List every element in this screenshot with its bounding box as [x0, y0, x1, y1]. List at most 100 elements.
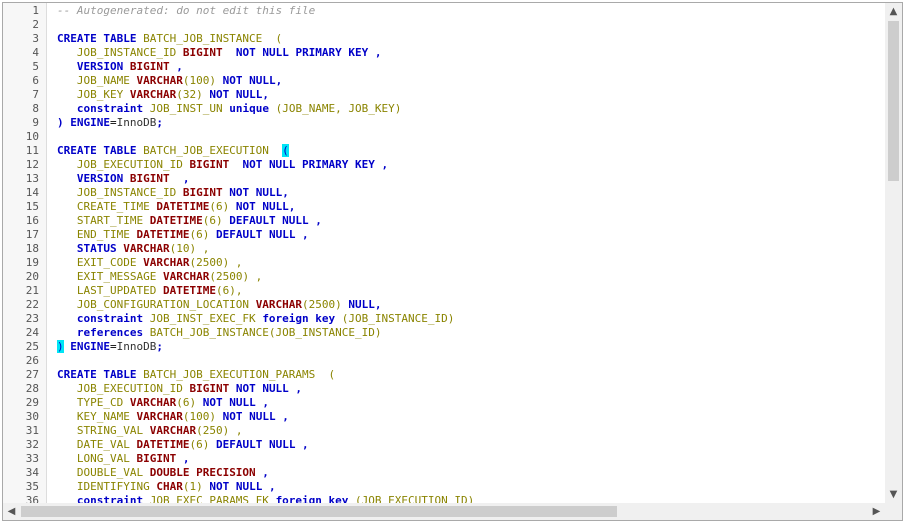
- code-line[interactable]: END_TIME DATETIME(6) DEFAULT NULL ,: [57, 228, 884, 242]
- code-line[interactable]: KEY_NAME VARCHAR(100) NOT NULL ,: [57, 410, 884, 424]
- code-line[interactable]: constraint JOB_INST_EXEC_FK foreign key …: [57, 312, 884, 326]
- code-token-keyword: CREATE TABLE: [57, 144, 144, 157]
- code-token-type: VARCHAR: [123, 242, 170, 255]
- code-token-ident: (2500): [302, 298, 349, 311]
- horizontal-scrollbar[interactable]: ◀ ▶: [3, 503, 885, 520]
- code-line[interactable]: -- Autogenerated: do not edit this file: [57, 4, 884, 18]
- line-number: 30: [25, 410, 39, 423]
- line-number: 2: [32, 18, 39, 31]
- code-token-type: BIGINT: [182, 46, 223, 59]
- code-token-keyword: CREATE TABLE: [57, 32, 144, 45]
- line-number: 4: [32, 46, 39, 59]
- code-line[interactable]: JOB_EXECUTION_ID BIGINT NOT NULL ,: [57, 382, 884, 396]
- code-token-ident: BATCH_JOB_INSTANCE (: [143, 32, 283, 45]
- code-line[interactable]: constraint JOB_INST_UN unique (JOB_NAME,…: [57, 102, 884, 116]
- code-token-keyword: VERSION: [57, 172, 130, 185]
- code-line[interactable]: DATE_VAL DATETIME(6) DEFAULT NULL ,: [57, 438, 884, 452]
- line-numbers: 1 2 3 4 5 6 7 8 9 10 11 12 13 14 15 16 17 18 19 20 21 22 23 24 2…: [3, 3, 46, 503]
- code-line[interactable]: JOB_EXECUTION_ID BIGINT NOT NULL PRIMARY…: [57, 158, 884, 172]
- code-token-ident: JOB_EXECUTION_ID: [57, 158, 190, 171]
- code-line[interactable]: VERSION BIGINT ,: [57, 172, 884, 186]
- code-line[interactable]: ) ENGINE=InnoDB;: [57, 340, 884, 354]
- code-token-ident: EXIT_MESSAGE: [57, 270, 163, 283]
- code-line[interactable]: references BATCH_JOB_INSTANCE(JOB_INSTAN…: [57, 326, 884, 340]
- code-line[interactable]: IDENTIFYING CHAR(1) NOT NULL ,: [57, 480, 884, 494]
- code-token-ident: (6): [202, 214, 230, 227]
- code-token-keyword: ,: [176, 452, 190, 465]
- code-token-type: VARCHAR: [149, 424, 197, 437]
- scroll-down-icon[interactable]: ▼: [885, 486, 902, 503]
- code-line[interactable]: EXIT_CODE VARCHAR(2500) ,: [57, 256, 884, 270]
- code-line[interactable]: EXIT_MESSAGE VARCHAR(2500) ,: [57, 270, 884, 284]
- line-number: 15: [25, 200, 39, 213]
- code-line[interactable]: JOB_NAME VARCHAR(100) NOT NULL,: [57, 74, 884, 88]
- code-token-ident: (32): [176, 88, 210, 101]
- code-token-type: DOUBLE PRECISION: [149, 466, 256, 479]
- code-line[interactable]: JOB_INSTANCE_ID BIGINT NOT NULL PRIMARY …: [57, 46, 884, 60]
- code-token-ident: IDENTIFYING: [57, 480, 157, 493]
- code-line[interactable]: DOUBLE_VAL DOUBLE PRECISION ,: [57, 466, 884, 480]
- code-line[interactable]: CREATE TABLE BATCH_JOB_EXECUTION_PARAMS …: [57, 368, 884, 382]
- code-token-bracket-match: ): [57, 340, 64, 353]
- code-line[interactable]: VERSION BIGINT ,: [57, 60, 884, 74]
- scroll-left-icon[interactable]: ◀: [3, 503, 20, 520]
- code-line[interactable]: [57, 130, 884, 144]
- code-line[interactable]: [57, 354, 884, 368]
- code-line[interactable]: STATUS VARCHAR(10) ,: [57, 242, 884, 256]
- code-token-keyword: ;: [156, 340, 163, 353]
- code-editor[interactable]: 1 2 3 4 5 6 7 8 9 10 11 12 13 14 15 16 17 18 19 20 21 22 23 24 2…: [2, 2, 903, 521]
- vertical-scrollbar[interactable]: ▲ ▼: [885, 3, 902, 503]
- code-token-keyword: unique: [229, 102, 269, 115]
- code-token-keyword: NOT NULL ,: [209, 480, 276, 493]
- line-number: 5: [32, 60, 39, 73]
- code-line[interactable]: constraint JOB_EXEC_PARAMS_FK foreign ke…: [57, 494, 884, 503]
- scroll-right-icon[interactable]: ▶: [868, 503, 885, 520]
- code-line[interactable]: JOB_KEY VARCHAR(32) NOT NULL,: [57, 88, 884, 102]
- code-token-ident: (2500) ,: [189, 256, 243, 269]
- code-token-keyword: DEFAULT NULL ,: [215, 438, 309, 451]
- code-token-type: DATETIME: [149, 214, 203, 227]
- code-token-type: BIGINT: [136, 452, 177, 465]
- line-number: 9: [32, 116, 39, 129]
- line-number: 36: [25, 494, 39, 503]
- code-token-type: CHAR: [156, 480, 183, 493]
- line-number: 21: [25, 284, 39, 297]
- code-line[interactable]: JOB_CONFIGURATION_LOCATION VARCHAR(2500)…: [57, 298, 884, 312]
- code-line[interactable]: JOB_INSTANCE_ID BIGINT NOT NULL,: [57, 186, 884, 200]
- code-line[interactable]: LAST_UPDATED DATETIME(6),: [57, 284, 884, 298]
- scroll-up-icon[interactable]: ▲: [885, 3, 902, 20]
- code-token-keyword: NOT NULL ,: [229, 382, 303, 395]
- code-token-keyword: ,: [169, 172, 190, 185]
- code-line[interactable]: START_TIME DATETIME(6) DEFAULT NULL ,: [57, 214, 884, 228]
- code-token-type: BIGINT: [129, 60, 170, 73]
- code-line[interactable]: ) ENGINE=InnoDB;: [57, 116, 884, 130]
- code-token-ident: START_TIME: [57, 214, 150, 227]
- vertical-scroll-thumb[interactable]: [888, 21, 899, 181]
- code-token-type: BIGINT: [189, 158, 230, 171]
- horizontal-scroll-thumb[interactable]: [21, 506, 617, 517]
- code-line[interactable]: CREATE TABLE BATCH_JOB_INSTANCE (: [57, 32, 884, 46]
- line-number: 31: [25, 424, 39, 437]
- line-number: 17: [25, 228, 39, 241]
- code-token-ident: (JOB_EXECUTION_ID): [348, 494, 475, 503]
- code-area[interactable]: -- Autogenerated: do not edit this file C…: [57, 3, 884, 503]
- code-line[interactable]: CREATE_TIME DATETIME(6) NOT NULL,: [57, 200, 884, 214]
- code-line[interactable]: CREATE TABLE BATCH_JOB_EXECUTION (: [57, 144, 884, 158]
- code-line[interactable]: [57, 18, 884, 32]
- code-token-ident: TYPE_CD: [57, 396, 130, 409]
- code-token-keyword: NOT NULL,: [235, 200, 296, 213]
- code-line[interactable]: TYPE_CD VARCHAR(6) NOT NULL ,: [57, 396, 884, 410]
- code-token-type: VARCHAR: [129, 88, 177, 101]
- line-number: 12: [25, 158, 39, 171]
- code-token-keyword: NOT NULL,: [222, 74, 283, 87]
- code-token-keyword: foreign key: [275, 494, 349, 503]
- code-token-type: BIGINT: [129, 172, 170, 185]
- line-number: 32: [25, 438, 39, 451]
- code-token-ident: LONG_VAL: [57, 452, 137, 465]
- code-line[interactable]: STRING_VAL VARCHAR(250) ,: [57, 424, 884, 438]
- code-line[interactable]: LONG_VAL BIGINT ,: [57, 452, 884, 466]
- code-lines[interactable]: -- Autogenerated: do not edit this file C…: [57, 3, 884, 503]
- line-number: 11: [25, 144, 39, 157]
- code-token-ident: (6),: [215, 284, 243, 297]
- code-token-keyword: foreign key: [262, 312, 336, 325]
